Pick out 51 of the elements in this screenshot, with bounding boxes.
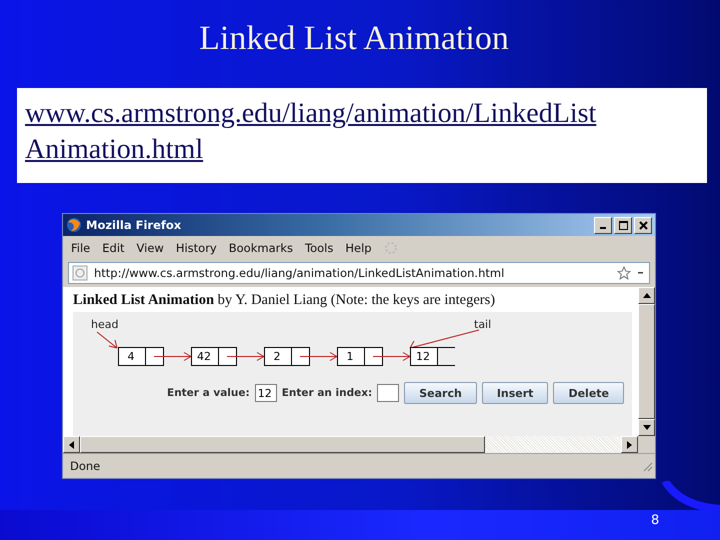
list-node: 1 — [337, 346, 383, 366]
value-field[interactable]: 12 — [254, 384, 277, 402]
close-button[interactable] — [634, 216, 652, 234]
list-node: 2 — [264, 346, 310, 366]
index-field[interactable] — [377, 384, 400, 402]
page-icon — [72, 265, 88, 281]
list-node: 4 — [118, 346, 164, 366]
page-number: 8 — [651, 513, 660, 528]
pointer-arrow — [410, 330, 480, 350]
globe-icon — [66, 217, 82, 233]
down-arrow-icon[interactable] — [642, 425, 650, 430]
pointer-arrow — [300, 352, 338, 361]
menu-item[interactable]: Tools — [305, 241, 334, 255]
menu-item[interactable]: View — [136, 241, 164, 255]
pointer-arrow — [154, 352, 192, 361]
pointer-arrow — [226, 352, 264, 361]
value-label: Enter a value: — [167, 387, 250, 399]
status-text: Done — [70, 459, 100, 473]
maximize-button[interactable] — [614, 216, 632, 234]
star-icon[interactable] — [617, 266, 631, 280]
loading-icon — [384, 241, 398, 255]
pointer-arrow — [96, 332, 118, 348]
menu-item[interactable]: Bookmarks — [228, 241, 293, 255]
minimize-button[interactable] — [594, 216, 612, 234]
page-heading: Linked List Animation by Y. Daniel Liang (Note: the keys are integers) — [73, 292, 496, 309]
pointer-arrow — [372, 352, 410, 361]
menu-item[interactable]: Edit — [102, 241, 125, 255]
menu-item[interactable]: File — [71, 241, 90, 255]
maximize-icon — [618, 220, 628, 230]
dropdown-icon[interactable] — [637, 270, 645, 276]
menu-item[interactable]: Help — [345, 241, 372, 255]
slide-title: Linked List Animation — [199, 20, 509, 58]
address-field[interactable]: http://www.cs.armstrong.edu/liang/animation/LinkedListAnimation.html — [68, 262, 650, 284]
list-node: 42 — [191, 346, 237, 366]
head-label: head — [91, 318, 118, 331]
swoosh-drawing — [660, 481, 720, 511]
action-button[interactable]: Delete — [553, 382, 624, 404]
action-button[interactable]: Insert — [482, 382, 548, 404]
menu-item[interactable]: History — [176, 241, 217, 255]
left-arrow-icon[interactable] — [69, 440, 74, 448]
tail-label: tail — [474, 318, 492, 331]
close-icon — [638, 220, 648, 230]
url-link[interactable]: www.cs.armstrong.edu/liang/animation/LinkedList Animation.html — [25, 96, 596, 168]
window-title: Mozilla Firefox — [86, 218, 182, 232]
up-arrow-icon[interactable] — [642, 293, 650, 298]
horizontal-scrollbar[interactable] — [63, 436, 638, 453]
right-arrow-icon[interactable] — [627, 440, 632, 448]
vertical-scrollbar[interactable] — [638, 287, 655, 436]
index-label: Enter an index: — [282, 387, 372, 399]
resize-grip-icon[interactable] — [641, 460, 653, 472]
action-button[interactable]: Search — [404, 382, 477, 404]
